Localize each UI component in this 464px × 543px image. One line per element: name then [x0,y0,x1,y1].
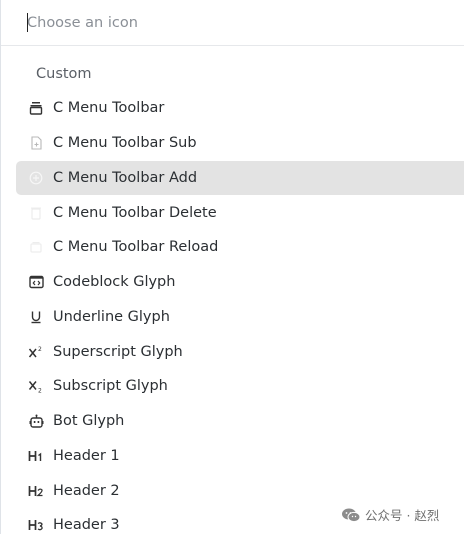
toolbar-icon [28,100,44,116]
bot-icon [28,413,44,429]
wechat-icon [342,508,361,522]
icon-list: C Menu Toolbar C Menu Toolbar Sub C Menu… [1,91,464,543]
file-plus-icon [28,135,44,151]
svg-text:2: 2 [38,346,42,353]
icon-option-label: Header 3 [53,517,120,534]
icon-option-label: Underline Glyph [53,308,170,325]
watermark-text: 公众号 · 赵烈 [365,508,440,523]
icon-option-c-menu-toolbar[interactable]: C Menu Toolbar [1,91,464,126]
icon-option-label: Bot Glyph [53,413,125,430]
h3-icon [28,517,44,533]
icon-option-subscript-glyph[interactable]: 2 Subscript Glyph [1,369,464,404]
icon-option-label: C Menu Toolbar Delete [53,204,217,221]
subscript-icon: 2 [28,378,44,394]
search-row [1,0,464,46]
icon-option-label: Subscript Glyph [53,378,168,395]
codeblock-icon [28,274,44,290]
circle-plus-icon [28,170,44,186]
watermark: 公众号 · 赵烈 [341,505,439,524]
h2-icon [28,483,44,499]
icon-option-c-menu-toolbar-reload[interactable]: C Menu Toolbar Reload [1,230,464,265]
icon-option-superscript-glyph[interactable]: 2 Superscript Glyph [1,334,464,369]
icon-picker-panel: Custom C Menu Toolbar C Menu Toolbar Sub… [0,0,464,534]
icon-option-bot-glyph[interactable]: Bot Glyph [1,404,464,439]
group-label-custom: Custom [36,66,92,82]
icon-option-label: Codeblock Glyph [53,274,176,291]
icon-option-label: C Menu Toolbar [53,100,165,117]
icon-option-c-menu-toolbar-sub[interactable]: C Menu Toolbar Sub [1,126,464,161]
icon-option-c-menu-toolbar-add[interactable]: C Menu Toolbar Add [1,160,464,196]
icon-option-underline-glyph[interactable]: Underline Glyph [1,300,464,335]
superscript-icon: 2 [28,344,44,360]
icon-option-label: C Menu Toolbar Add [53,169,198,186]
trash-icon [28,205,44,221]
icon-option-c-menu-toolbar-delete[interactable]: C Menu Toolbar Delete [1,195,464,230]
icon-option-header-1[interactable]: Header 1 [1,439,464,474]
icon-option-codeblock-glyph[interactable]: Codeblock Glyph [1,265,464,300]
text-caret [27,13,28,32]
icon-option-label: Header 2 [53,482,120,499]
icon-option-label: Superscript Glyph [53,343,183,360]
h1-icon [28,448,44,464]
icon-search-input[interactable] [27,11,447,35]
icon-option-header-2[interactable]: Header 2 [1,473,464,508]
icon-option-label: C Menu Toolbar Sub [53,135,197,152]
underline-icon [28,309,44,325]
icon-option-label: Header 1 [53,447,120,464]
tray-icon [28,239,44,255]
svg-text:2: 2 [38,388,42,394]
icon-option-label: C Menu Toolbar Reload [53,239,219,256]
